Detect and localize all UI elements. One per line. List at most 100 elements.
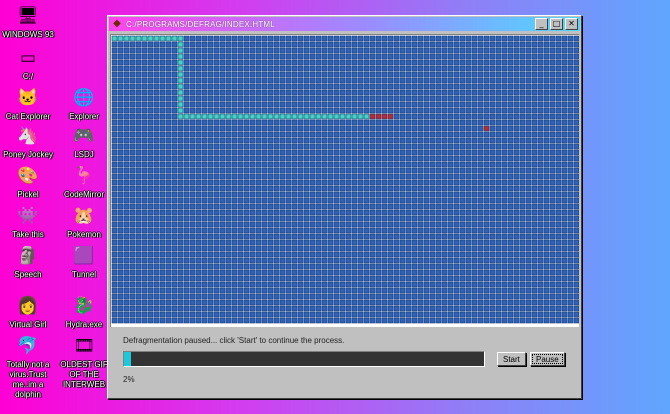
disk-block [435, 239, 442, 246]
disk-block [495, 263, 502, 270]
disk-block [207, 233, 214, 240]
disk-block [219, 35, 226, 42]
disk-block [315, 155, 322, 162]
disk-block [333, 191, 340, 198]
desktop-icon-label: CodeMirror [63, 190, 104, 199]
disk-block [243, 161, 250, 168]
disk-block-defragmented [177, 47, 184, 54]
disk-block [453, 143, 460, 150]
desktop-icon[interactable]: 🌐 Explorer [56, 84, 112, 122]
disk-block [471, 299, 478, 306]
disk-block [561, 263, 568, 270]
disk-block [513, 317, 520, 324]
disk-block [195, 317, 202, 324]
disk-block [309, 173, 316, 180]
desktop-icon[interactable]: 🐱 Cat Explorer [0, 84, 56, 122]
disk-block [273, 71, 280, 78]
disk-block [291, 41, 298, 48]
disk-block [357, 41, 364, 48]
disk-block [297, 155, 304, 162]
disk-block [375, 131, 382, 138]
disk-block [141, 101, 148, 108]
disk-block [477, 215, 484, 222]
disk-block [225, 89, 232, 96]
disk-block [393, 161, 400, 168]
close-button[interactable]: ✕ [565, 18, 578, 30]
disk-block [537, 155, 544, 162]
desktop-icon[interactable]: 🖥 WINDOWS 93 [0, 2, 56, 40]
desktop-icon[interactable]: 🦄 Poney Jockey [0, 122, 56, 160]
disk-block [225, 101, 232, 108]
disk-block [135, 239, 142, 246]
disk-block [531, 65, 538, 72]
disk-block [351, 59, 358, 66]
disk-block [513, 239, 520, 246]
desktop-icon[interactable]: 🐬 Totally not a virus.Trust me..im a dolp… [0, 332, 56, 400]
disk-block [525, 179, 532, 186]
start-button[interactable]: Start [497, 352, 526, 366]
disk-block [183, 71, 190, 78]
disk-block [435, 35, 442, 42]
desktop-icon[interactable]: 🦩 CodeMirror [56, 162, 112, 200]
desktop-icon[interactable]: 👾 Take this [0, 202, 56, 240]
disk-block [327, 101, 334, 108]
disk-block [267, 263, 274, 270]
disk-block [111, 131, 118, 138]
desktop-icon[interactable]: 🟪 Tunnel [56, 242, 112, 280]
disk-block [567, 71, 574, 78]
disk-block [387, 311, 394, 318]
disk-block [279, 215, 286, 222]
disk-block [315, 107, 322, 114]
disk-block [537, 143, 544, 150]
disk-block [225, 251, 232, 258]
disk-block [267, 173, 274, 180]
disk-block [501, 227, 508, 234]
disk-block [135, 53, 142, 60]
disk-block [363, 41, 370, 48]
disk-block [297, 239, 304, 246]
disk-block [357, 59, 364, 66]
desktop-icon[interactable]: 🐉 Hydra.exe [56, 292, 112, 330]
minimize-button[interactable]: _ [535, 18, 548, 30]
desktop-icon[interactable]: 🎨 Pickel [0, 162, 56, 200]
progress-fill [124, 352, 132, 366]
desktop-icon[interactable]: 🎮 LSDJ [56, 122, 112, 160]
disk-block [177, 149, 184, 156]
disk-block [153, 269, 160, 276]
disk-block [561, 179, 568, 186]
disk-block [423, 173, 430, 180]
disk-block [309, 77, 316, 84]
disk-block [357, 221, 364, 228]
desktop-icon[interactable]: 👩 Virtual Girl [0, 292, 56, 330]
disk-block [117, 167, 124, 174]
desktop-icon[interactable]: 🎞 OLDEST GIF OF THE INTERWEB [56, 332, 112, 390]
disk-block [501, 311, 508, 318]
disk-block [471, 239, 478, 246]
disk-block [441, 185, 448, 192]
disk-block [525, 257, 532, 264]
pause-button[interactable]: Pause [530, 352, 565, 366]
disk-block [249, 47, 256, 54]
disk-block [321, 299, 328, 306]
maximize-button[interactable]: □ [550, 18, 563, 30]
disk-block [111, 305, 118, 312]
disk-block [129, 95, 136, 102]
disk-block [195, 47, 202, 54]
desktop-icon[interactable]: ▭ C:/ [0, 44, 56, 82]
disk-block [261, 317, 268, 324]
disk-block [291, 299, 298, 306]
disk-block [243, 131, 250, 138]
disk-block [447, 233, 454, 240]
disk-block [279, 41, 286, 48]
desktop-icon[interactable]: 🗿 Speech [0, 242, 56, 280]
disk-block [573, 125, 579, 132]
desktop-icon[interactable]: 🐹 Pokemon [56, 202, 112, 240]
window-titlebar[interactable]: ◆ C:/PROGRAMS/DEFRAG/INDEX.HTML _ □ ✕ [109, 17, 580, 31]
disk-block [519, 119, 526, 126]
disk-block [207, 185, 214, 192]
desktop-icon-label: Tunnel [71, 270, 97, 279]
disk-block-defragmented [267, 113, 274, 120]
disk-block [261, 209, 268, 216]
disk-block [447, 95, 454, 102]
disk-block [555, 275, 562, 282]
